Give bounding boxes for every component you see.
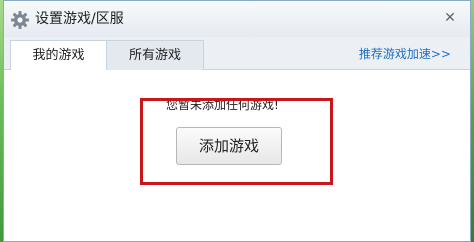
dialog-title: 设置游戏/区服: [35, 11, 124, 27]
tab-bar: 我的游戏 所有游戏 推荐游戏加速>>: [4, 37, 470, 70]
add-game-button[interactable]: 添加游戏: [176, 127, 282, 165]
close-icon[interactable]: ✕: [442, 10, 458, 26]
gear-icon: [10, 10, 30, 30]
title-bar: 设置游戏/区服 ✕: [4, 1, 470, 37]
tab-my-games[interactable]: 我的游戏: [10, 40, 107, 70]
empty-state-message: 您暂未添加任何游戏!: [166, 98, 279, 112]
tab-all-games[interactable]: 所有游戏: [107, 40, 204, 70]
recommend-games-link[interactable]: 推荐游戏加速>>: [359, 46, 451, 62]
settings-dialog: 设置游戏/区服 ✕ 我的游戏 所有游戏 推荐游戏加速>> 您暂未添加任何游戏! …: [3, 0, 471, 242]
